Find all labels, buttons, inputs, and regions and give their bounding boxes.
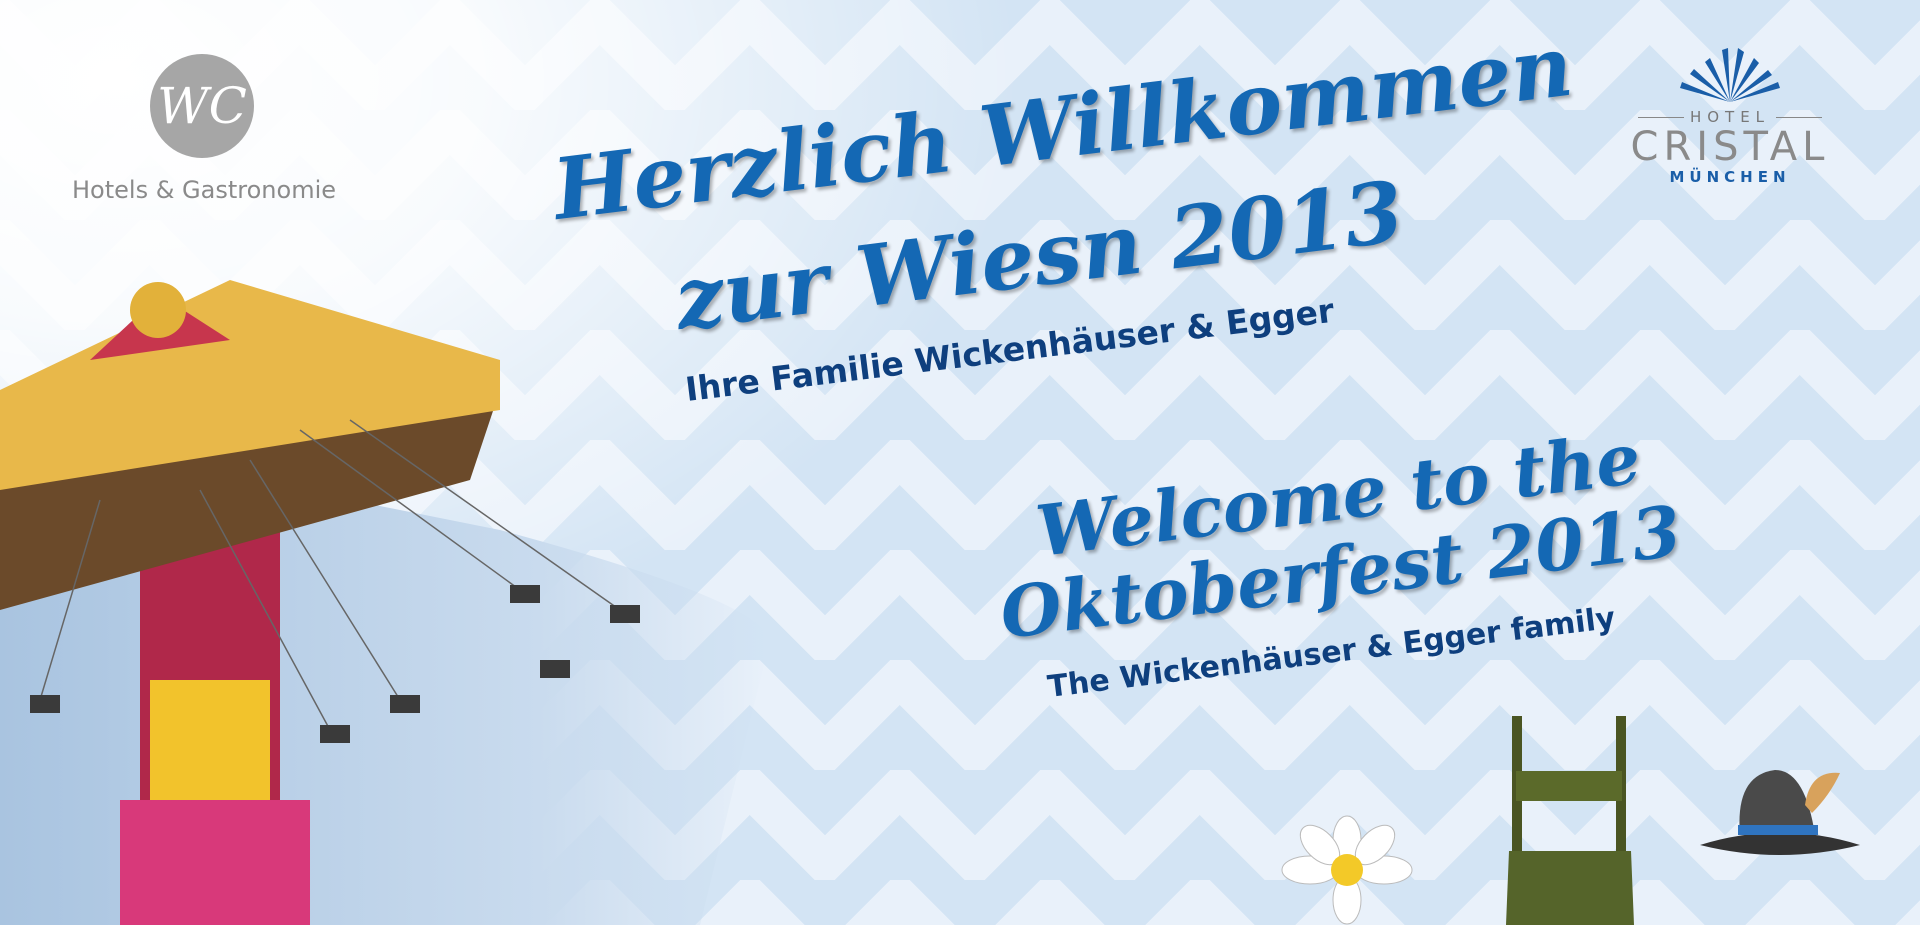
logo-cristal: CRISTAL	[1630, 124, 1830, 170]
hotel-cristal-logo: HOTEL CRISTAL MÜNCHEN	[1610, 44, 1850, 186]
wc-logo: WC	[150, 54, 254, 158]
tyrolean-hat-icon	[1700, 770, 1860, 855]
crown-rays-icon	[1680, 48, 1780, 102]
lederhosen-icon	[1506, 716, 1634, 925]
edelweiss-icon	[1281, 815, 1413, 925]
wc-tagline: Hotels & Gastronomie	[72, 176, 336, 204]
logo-munchen: MÜNCHEN	[1669, 168, 1791, 186]
chain-swing-carousel-image	[0, 280, 770, 925]
wc-monogram: WC	[157, 77, 247, 135]
